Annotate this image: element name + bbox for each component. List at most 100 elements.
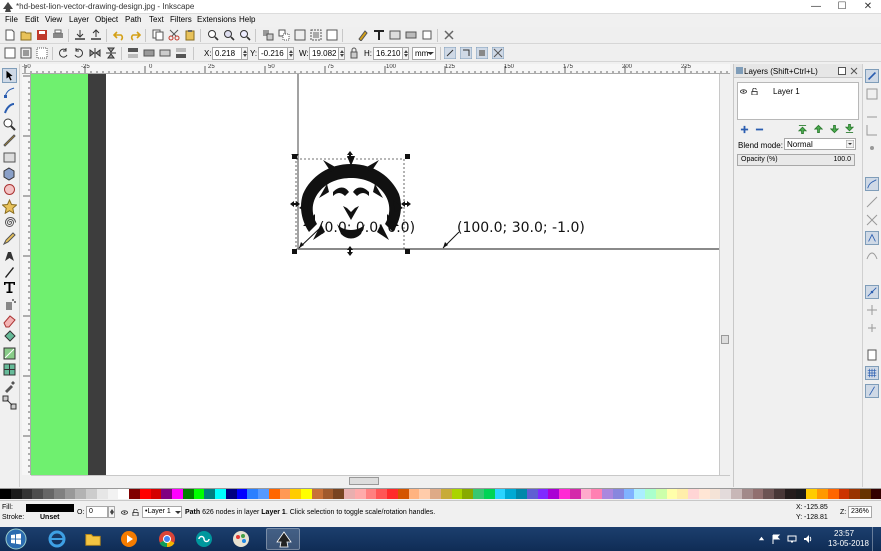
palette-swatch[interactable] [870,489,881,499]
snap-intersections-icon[interactable] [865,213,879,227]
height-input[interactable]: 16.210 [373,47,403,60]
palette-swatch[interactable] [43,489,54,499]
blend-mode-select[interactable]: Normal [784,138,856,150]
spray-tool-icon[interactable] [2,297,17,312]
object-opacity-stepper[interactable] [108,506,115,518]
show-hidden-icons-icon[interactable] [758,535,765,542]
palette-swatch[interactable] [602,489,613,499]
color-palette[interactable] [0,488,881,499]
redo-icon[interactable] [129,29,141,41]
palette-swatch[interactable] [64,489,76,499]
menu-text[interactable]: Text [149,15,164,24]
palette-swatch[interactable] [688,489,699,499]
dropper-tool-icon[interactable] [2,378,17,393]
mesh-tool-icon[interactable] [2,362,17,377]
taskbar-time[interactable]: 23:57 [834,529,854,538]
palette-swatch[interactable] [247,489,258,499]
palette-swatch[interactable] [172,489,183,499]
zoom-selection-icon[interactable] [207,29,219,41]
palette-swatch[interactable] [21,489,33,499]
group-icon[interactable] [310,29,322,41]
palette-swatch[interactable] [204,489,215,499]
align-distribute-icon[interactable] [405,29,417,41]
snap-centers-icon[interactable] [865,303,879,317]
palette-swatch[interactable] [150,489,162,499]
palette-swatch[interactable] [225,489,237,499]
palette-swatch[interactable] [451,489,463,499]
palette-swatch[interactable] [311,489,323,499]
volume-icon[interactable] [803,534,813,544]
cut-icon[interactable] [168,29,180,41]
zoom-input[interactable]: 236% [848,506,872,518]
drawing-canvas[interactable]: (0.0; 0.0; 0.0) (100.0; 30.0; -1.0) [31,74,719,475]
palette-swatch[interactable] [333,489,344,499]
raise-icon[interactable] [143,47,155,59]
network-icon[interactable] [787,534,797,544]
taskbar-explorer[interactable] [76,528,110,550]
star-tool-icon[interactable] [2,199,17,214]
palette-swatch[interactable] [344,489,355,499]
open-document-icon[interactable] [20,29,32,41]
palette-swatch[interactable] [763,489,774,499]
snap-bbox-midpoint-icon[interactable] [865,141,879,155]
palette-swatch[interactable] [860,489,871,499]
clone-icon[interactable] [278,29,290,41]
box3d-tool-icon[interactable] [2,166,17,181]
palette-swatch[interactable] [655,489,667,499]
flip-vertical-icon[interactable] [105,47,117,59]
palette-swatch[interactable] [258,489,269,499]
palette-swatch[interactable] [86,489,97,499]
vertical-ruler[interactable] [22,74,31,475]
import-icon[interactable] [74,29,86,41]
menu-path[interactable]: Path [125,15,141,24]
calligraphy-tool-icon[interactable] [2,264,17,279]
palette-swatch[interactable] [634,489,645,499]
snap-guides-icon[interactable] [865,384,879,398]
lock-open-icon[interactable] [132,509,139,516]
snap-midpoints-icon[interactable] [865,285,879,299]
snap-rotation-center-icon[interactable] [865,321,879,335]
spiral-tool-icon[interactable] [2,215,17,230]
palette-swatch[interactable] [849,489,860,499]
layer-row[interactable]: Layer 1 [738,86,858,97]
palette-swatch[interactable] [698,489,710,499]
snap-grid-icon[interactable] [865,366,879,380]
document-properties-icon[interactable] [443,29,455,41]
ungroup-icon[interactable] [326,29,338,41]
undo-icon[interactable] [113,29,125,41]
palette-swatch[interactable] [129,489,140,499]
layers-panel-header[interactable]: Layers (Shift+Ctrl+L) [734,64,862,78]
palette-swatch[interactable] [279,489,291,499]
palette-swatch[interactable] [462,489,473,499]
palette-swatch[interactable] [430,489,441,499]
add-layer-icon[interactable] [740,125,749,134]
stroke-value[interactable]: Unset [40,514,59,521]
taskbar-chrome[interactable] [150,528,184,550]
flip-horizontal-icon[interactable] [89,47,101,59]
lower-layer-icon[interactable] [830,124,839,134]
pencil-tool-icon[interactable] [2,231,17,246]
scale-stroke-toggle-icon[interactable] [444,47,456,59]
move-patterns-toggle-icon[interactable] [492,47,504,59]
palette-swatch[interactable] [118,489,129,499]
measure-tool-icon[interactable] [2,133,17,148]
palette-swatch[interactable] [290,489,301,499]
export-icon[interactable] [90,29,102,41]
palette-swatch[interactable] [161,489,172,499]
lower-layer-bottom-icon[interactable] [845,124,854,134]
rectangle-tool-icon[interactable] [2,150,17,165]
move-gradients-toggle-icon[interactable] [476,47,488,59]
palette-swatch[interactable] [215,489,226,499]
vertical-scrollbar[interactable] [719,74,730,475]
zoom-drawing-icon[interactable] [223,29,235,41]
palette-swatch[interactable] [591,489,602,499]
palette-swatch[interactable] [354,489,366,499]
menu-layer[interactable]: Layer [69,15,89,24]
palette-swatch[interactable] [817,489,828,499]
palette-swatch[interactable] [322,489,334,499]
menu-file[interactable]: File [5,15,18,24]
unlink-clone-icon[interactable] [294,29,306,41]
save-document-icon[interactable] [36,29,48,41]
snap-bbox-corner-icon[interactable] [865,123,879,137]
taskbar-paint[interactable] [224,528,258,550]
